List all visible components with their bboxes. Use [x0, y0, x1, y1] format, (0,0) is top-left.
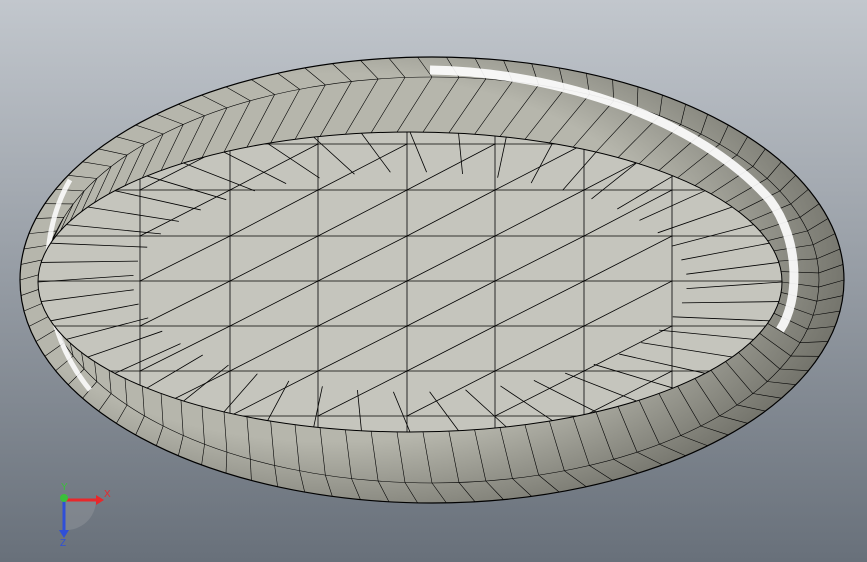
triad-shadow — [64, 500, 97, 531]
graphics-viewport[interactable]: X Y Z — [0, 0, 867, 562]
z-axis-label: Z — [60, 538, 66, 549]
x-axis-label: X — [104, 489, 111, 500]
model-view[interactable] — [0, 0, 867, 562]
orientation-triad: X Y Z — [59, 482, 111, 549]
x-axis-arrowhead — [96, 495, 104, 505]
z-axis-arrowhead — [59, 530, 69, 538]
y-axis-label: Y — [61, 482, 68, 493]
y-axis-dot — [60, 494, 68, 502]
